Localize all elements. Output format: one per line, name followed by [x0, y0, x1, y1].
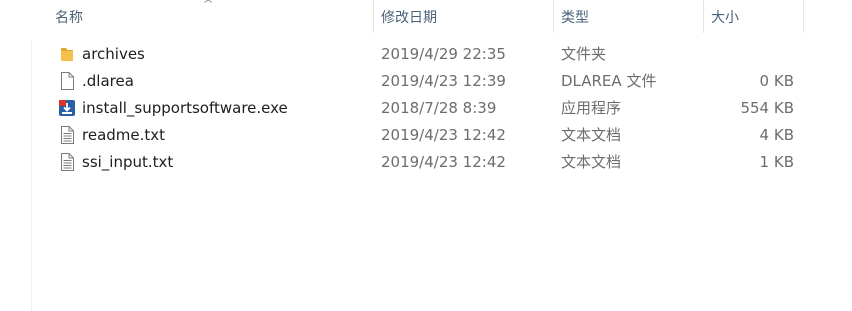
file-name: ssi_input.txt — [82, 153, 174, 171]
file-row-readme[interactable]: readme.txt 2019/4/23 12:42 文本文档 4 KB — [0, 122, 852, 149]
file-size: 554 KB — [740, 99, 794, 117]
file-modified: 2019/4/23 12:39 — [381, 72, 506, 90]
file-size: 1 KB — [759, 153, 794, 171]
file-type: 文本文档 — [561, 153, 622, 171]
blank-file-icon — [61, 72, 74, 90]
text-file-icon — [61, 153, 74, 171]
file-row-ssi-input[interactable]: ssi_input.txt 2019/4/23 12:42 文本文档 1 KB — [0, 149, 852, 176]
column-resize-handle-modified[interactable] — [553, 0, 554, 33]
column-header-bar: 名称 ^ 修改日期 类型 大小 — [0, 0, 852, 36]
file-modified: 2018/7/28 8:39 — [381, 99, 497, 117]
text-file-icon — [61, 126, 74, 144]
file-modified: 2019/4/29 22:35 — [381, 45, 506, 63]
column-header-modified[interactable]: 修改日期 — [381, 0, 437, 36]
sort-ascending-icon: ^ — [202, 0, 215, 10]
installer-app-icon — [59, 100, 75, 116]
file-type: 应用程序 — [561, 99, 622, 117]
column-header-type[interactable]: 类型 — [561, 0, 589, 36]
file-type: 文本文档 — [561, 126, 622, 144]
column-resize-handle-size[interactable] — [803, 0, 804, 33]
file-type: 文件夹 — [561, 45, 607, 63]
file-name: readme.txt — [82, 126, 166, 144]
file-name: install_supportsoftware.exe — [82, 99, 288, 117]
file-modified: 2019/4/23 12:42 — [381, 153, 506, 171]
file-type: DLAREA 文件 — [561, 72, 657, 90]
file-row-dlarea[interactable]: .dlarea 2019/4/23 12:39 DLAREA 文件 0 KB — [0, 68, 852, 95]
column-resize-handle-name[interactable] — [373, 0, 374, 33]
file-row-installer[interactable]: install_supportsoftware.exe 2018/7/28 8:… — [0, 95, 852, 122]
file-row-archives[interactable]: archives 2019/4/29 22:35 文件夹 — [0, 41, 852, 68]
column-resize-handle-type[interactable] — [703, 0, 704, 33]
file-name: archives — [82, 45, 145, 63]
column-header-name[interactable]: 名称 — [55, 0, 83, 36]
file-list: archives 2019/4/29 22:35 文件夹 .dlarea 201… — [0, 41, 852, 176]
file-name: .dlarea — [82, 72, 134, 90]
column-header-size[interactable]: 大小 — [711, 0, 739, 36]
file-size: 4 KB — [759, 126, 794, 144]
file-size: 0 KB — [759, 72, 794, 90]
folder-icon — [61, 48, 73, 61]
file-modified: 2019/4/23 12:42 — [381, 126, 506, 144]
